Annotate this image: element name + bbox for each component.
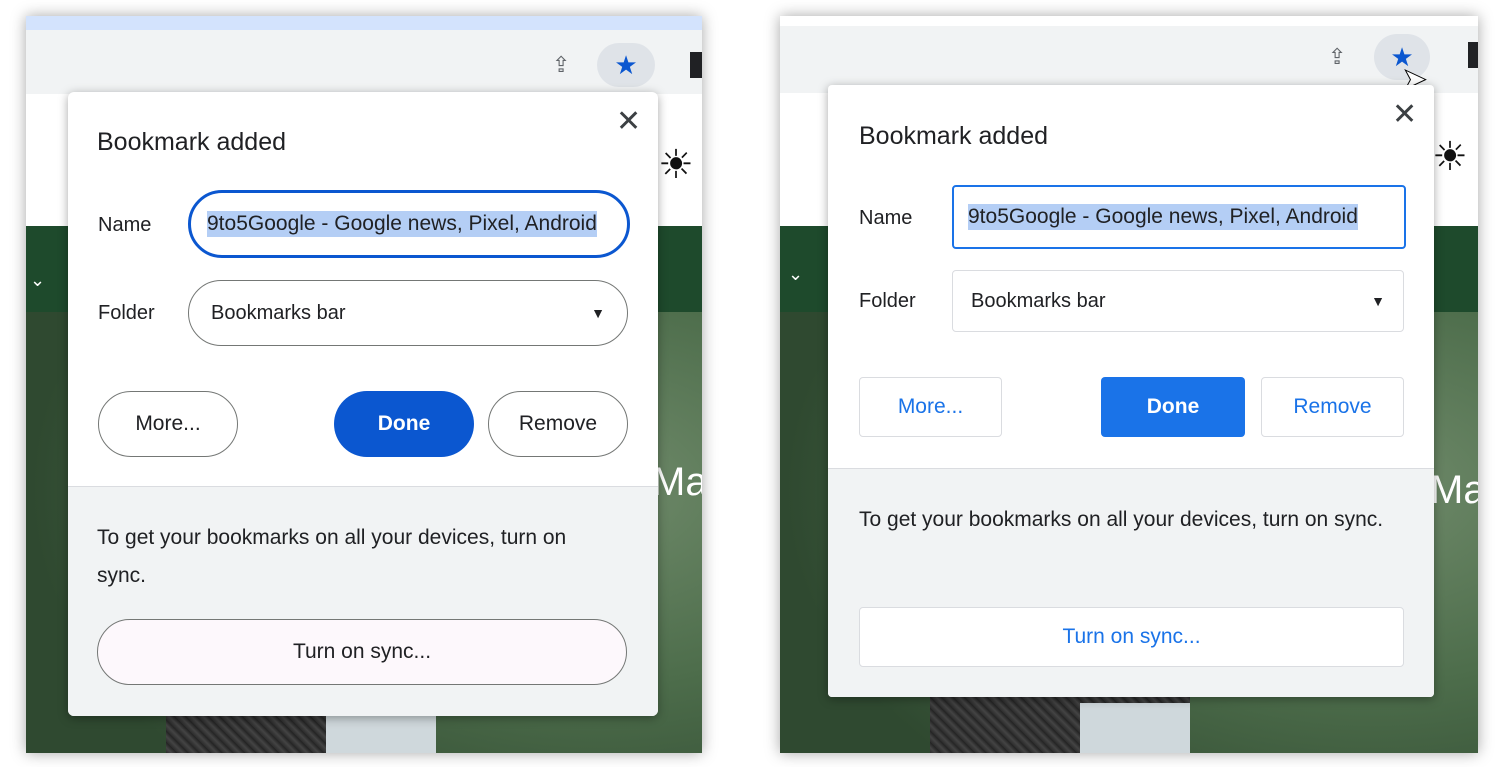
brightness-icon[interactable]: ☀ [1432,134,1468,180]
remove-button[interactable]: Remove [1261,377,1404,437]
bookmark-star-icon[interactable]: ★ [597,43,655,87]
turn-on-sync-button[interactable]: Turn on sync... [97,619,627,685]
bookmark-added-dialog: Bookmark added ✕ Name 9to5Google - Googl… [68,92,658,716]
bookmark-added-dialog: Bookmark added ✕ Name 9to5Google - Googl… [828,85,1434,697]
folder-select[interactable]: Bookmarks bar ▼ [188,280,628,346]
done-button[interactable]: Done [334,391,474,457]
folder-label: Folder [859,290,916,312]
page-heading-fragment: Mat [1430,468,1478,512]
sync-promo-footer: To get your bookmarks on all your device… [68,486,658,716]
more-button[interactable]: More... [98,391,238,457]
folder-select[interactable]: Bookmarks bar ▼ [952,270,1404,332]
folder-select-value: Bookmarks bar [211,301,346,324]
name-input[interactable]: 9to5Google - Google news, Pixel, Android [188,190,630,258]
share-icon[interactable]: ⇪ [552,52,570,78]
remove-button[interactable]: Remove [488,391,628,457]
close-icon[interactable]: ✕ [616,104,641,139]
folder-select-value: Bookmarks bar [971,289,1106,312]
dialog-title: Bookmark added [859,122,1049,150]
page-heading-fragment: Mat [652,460,702,504]
share-icon[interactable]: ⇪ [1328,44,1346,70]
page-thumbnail [1080,703,1190,753]
bookmark-dialog-screenshot-old-style: ⇪ ★ ➤ ⌄ ☀ Mat Bookmark added ✕ Name 9to5… [780,16,1478,753]
name-input-value: 9to5Google - Google news, Pixel, Android [968,204,1358,230]
dropdown-arrow-icon: ▼ [1371,293,1385,309]
name-label: Name [98,214,152,236]
sync-message: To get your bookmarks on all your device… [97,526,567,587]
turn-on-sync-button[interactable]: Turn on sync... [859,607,1404,667]
name-label: Name [859,207,913,229]
chevron-down-icon: ⌄ [788,264,804,284]
done-button[interactable]: Done [1101,377,1245,437]
sync-message: To get your bookmarks on all your device… [859,508,1384,531]
profile-icon[interactable] [690,52,702,78]
dropdown-arrow-icon: ▼ [591,305,605,321]
bookmark-dialog-screenshot-new-style: ⇪ ★ ⌄ ☀ Mat Bookmark added ✕ Name 9to5Go… [26,16,702,753]
browser-toolbar: ⇪ ★ ➤ [780,16,1478,97]
name-input-value: 9to5Google - Google news, Pixel, Android [207,211,597,237]
sync-promo-footer: To get your bookmarks on all your device… [828,468,1434,697]
more-button[interactable]: More... [859,377,1002,437]
folder-label: Folder [98,302,155,324]
toolbar-top-strip [780,16,1478,26]
chevron-down-icon: ⌄ [30,270,46,290]
profile-icon[interactable] [1468,42,1478,68]
close-icon[interactable]: ✕ [1392,97,1417,132]
dialog-title: Bookmark added [97,128,287,156]
name-input[interactable]: 9to5Google - Google news, Pixel, Android [952,185,1406,249]
brightness-icon[interactable]: ☀ [658,142,694,188]
